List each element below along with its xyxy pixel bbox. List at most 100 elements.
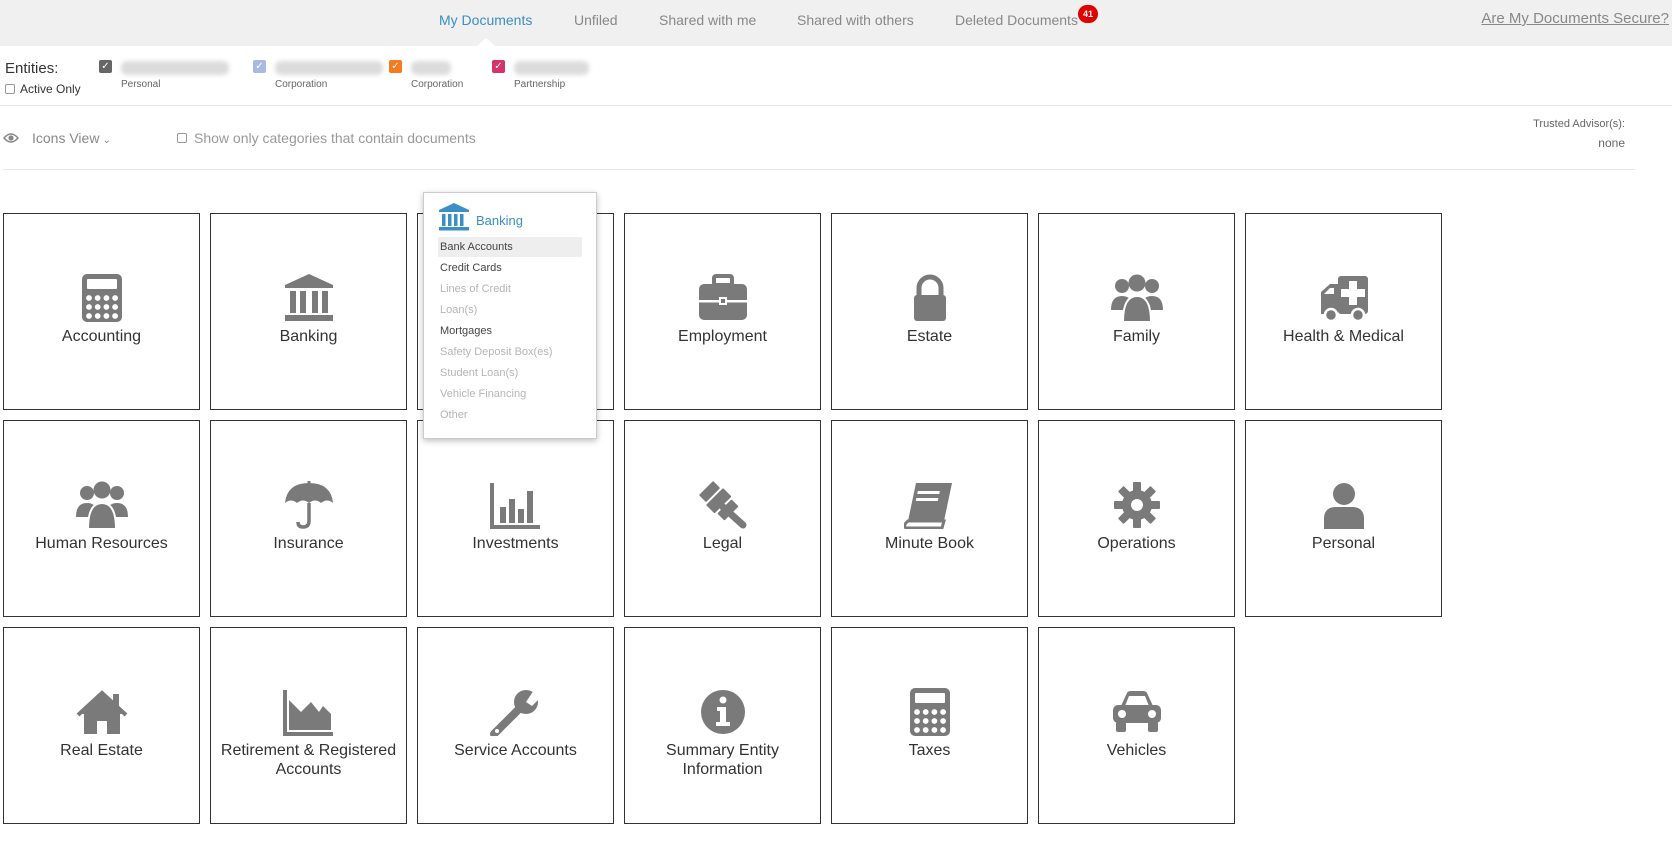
category-tile-family[interactable]: Family [1038, 213, 1235, 410]
menu-item-credit-cards[interactable]: Credit Cards [438, 258, 582, 278]
menu-item-vehicle-financing[interactable]: Vehicle Financing [438, 384, 582, 404]
umbrella-icon [284, 481, 333, 529]
category-tile-vehicles[interactable]: Vehicles [1038, 627, 1235, 824]
entities-label: Entities: [5, 60, 59, 77]
entity-type: Personal [121, 79, 161, 90]
category-tile-accounting[interactable]: Accounting [3, 213, 200, 410]
category-tile-banking[interactable]: Banking [210, 213, 407, 410]
menu-item-mortgages[interactable]: Mortgages [438, 321, 582, 341]
category-tile-summary-entity-information[interactable]: Summary Entity Information [624, 627, 821, 824]
view-mode-label: Icons View [32, 130, 100, 146]
category-tile-employment[interactable]: Employment [624, 213, 821, 410]
active-only-toggle[interactable]: Active Only [5, 82, 81, 96]
menu-item-loan-s[interactable]: Loan(s) [438, 300, 582, 320]
tab-deleted-documents[interactable]: Deleted Documents [955, 12, 1078, 28]
active-tab-caret [477, 38, 495, 46]
divider [0, 105, 1672, 106]
user-icon [1323, 483, 1364, 529]
category-label: Estate [906, 328, 953, 345]
home-icon [76, 690, 127, 734]
calculator-icon [909, 688, 950, 736]
category-tile-health-and-medical[interactable]: Health & Medical [1245, 213, 1442, 410]
menu-item-safety-deposit-box-es[interactable]: Safety Deposit Box(es) [438, 342, 582, 362]
category-label: Legal [702, 535, 743, 552]
category-label: Retirement & Registered Accounts [220, 742, 397, 778]
category-tile-real-estate[interactable]: Real Estate [3, 627, 200, 824]
entity-checkbox[interactable]: ✓ [253, 60, 266, 73]
category-label: Family [1112, 328, 1161, 345]
group-icon [75, 481, 128, 529]
category-tile-service-accounts[interactable]: Service Accounts [417, 627, 614, 824]
category-label: Minute Book [885, 535, 974, 552]
category-tile-insurance[interactable]: Insurance [210, 420, 407, 617]
view-mode-dropdown[interactable]: Icons View ⌄ [32, 130, 111, 146]
active-only-label: Active Only [20, 82, 81, 96]
active-only-checkbox[interactable] [5, 84, 15, 94]
category-tile-legal[interactable]: Legal [624, 420, 821, 617]
category-label: Health & Medical [1283, 328, 1404, 345]
entity-type: Corporation [411, 79, 464, 90]
entity-checkbox[interactable]: ✓ [389, 60, 402, 73]
entity-checkbox[interactable]: ✓ [99, 60, 112, 73]
bar-chart-icon [489, 483, 540, 529]
menu-header: Banking [438, 203, 523, 231]
category-tile-human-resources[interactable]: Human Resources [3, 420, 200, 617]
ambulance-icon [1320, 276, 1368, 322]
entity-checkbox[interactable]: ✓ [492, 60, 505, 73]
book-icon [903, 483, 952, 529]
category-tile-investments[interactable]: Investments [417, 420, 614, 617]
category-tile-minute-book[interactable]: Minute Book [831, 420, 1028, 617]
briefcase-icon [698, 274, 747, 320]
category-tile-estate[interactable]: Estate [831, 213, 1028, 410]
category-label: Employment [678, 328, 767, 345]
entity-name-redacted [275, 61, 383, 75]
entity-type: Corporation [275, 79, 328, 90]
category-label: Investments [472, 535, 559, 552]
area-chart-icon [282, 690, 333, 736]
category-label: Banking [279, 328, 338, 345]
tab-shared-with-me[interactable]: Shared with me [659, 12, 756, 28]
documents-secure-link[interactable]: Are My Documents Secure? [1481, 10, 1669, 27]
tab-unfiled[interactable]: Unfiled [574, 12, 618, 28]
lock-icon [913, 274, 946, 321]
category-label: Personal [1311, 535, 1376, 552]
top-nav: My Documents Unfiled Shared with me Shar… [0, 0, 1672, 46]
tab-shared-with-others[interactable]: Shared with others [797, 12, 914, 28]
menu-item-bank-accounts[interactable]: Bank Accounts [438, 237, 582, 257]
category-label: Taxes [908, 742, 951, 759]
wrench-icon [489, 690, 542, 736]
category-label: Vehicles [1106, 742, 1167, 759]
category-label: Real Estate [60, 742, 143, 759]
bank-icon [439, 203, 469, 231]
info-icon [700, 690, 745, 734]
category-tile-personal[interactable]: Personal [1245, 420, 1442, 617]
category-label: Accounting [61, 328, 142, 345]
category-label: Human Resources [35, 535, 168, 552]
chevron-down-icon: ⌄ [102, 135, 111, 146]
calculator-icon [81, 274, 122, 322]
category-label: Operations [1097, 535, 1176, 552]
category-label: Service Accounts [454, 742, 577, 759]
car-icon [1112, 691, 1161, 732]
entity-name-redacted [121, 61, 229, 75]
show-only-checkbox[interactable] [177, 133, 187, 143]
menu-item-lines-of-credit[interactable]: Lines of Credit [438, 279, 582, 299]
gear-icon [1113, 482, 1160, 528]
show-only-toggle[interactable]: Show only categories that contain docume… [177, 130, 476, 146]
menu-item-student-loan-s[interactable]: Student Loan(s) [438, 363, 582, 383]
category-tile-retirement-and-registered-accounts[interactable]: Retirement & Registered Accounts [210, 627, 407, 824]
category-tile-taxes[interactable]: Taxes [831, 627, 1028, 824]
menu-title: Banking [476, 212, 523, 228]
tab-my-documents[interactable]: My Documents [439, 12, 532, 28]
deleted-count-badge: 41 [1078, 5, 1098, 23]
banking-subcategory-menu: Banking Bank Accounts Credit Cards Lines o… [423, 192, 597, 439]
bank-icon [284, 274, 333, 321]
entity-name-redacted [411, 61, 451, 75]
entity-type: Partnership [514, 79, 566, 90]
trusted-advisor-value: none [1598, 136, 1625, 150]
eye-icon [3, 133, 19, 143]
category-label: Insurance [273, 535, 344, 552]
menu-item-other[interactable]: Other [438, 405, 582, 425]
category-tile-operations[interactable]: Operations [1038, 420, 1235, 617]
gavel-icon [698, 481, 746, 529]
